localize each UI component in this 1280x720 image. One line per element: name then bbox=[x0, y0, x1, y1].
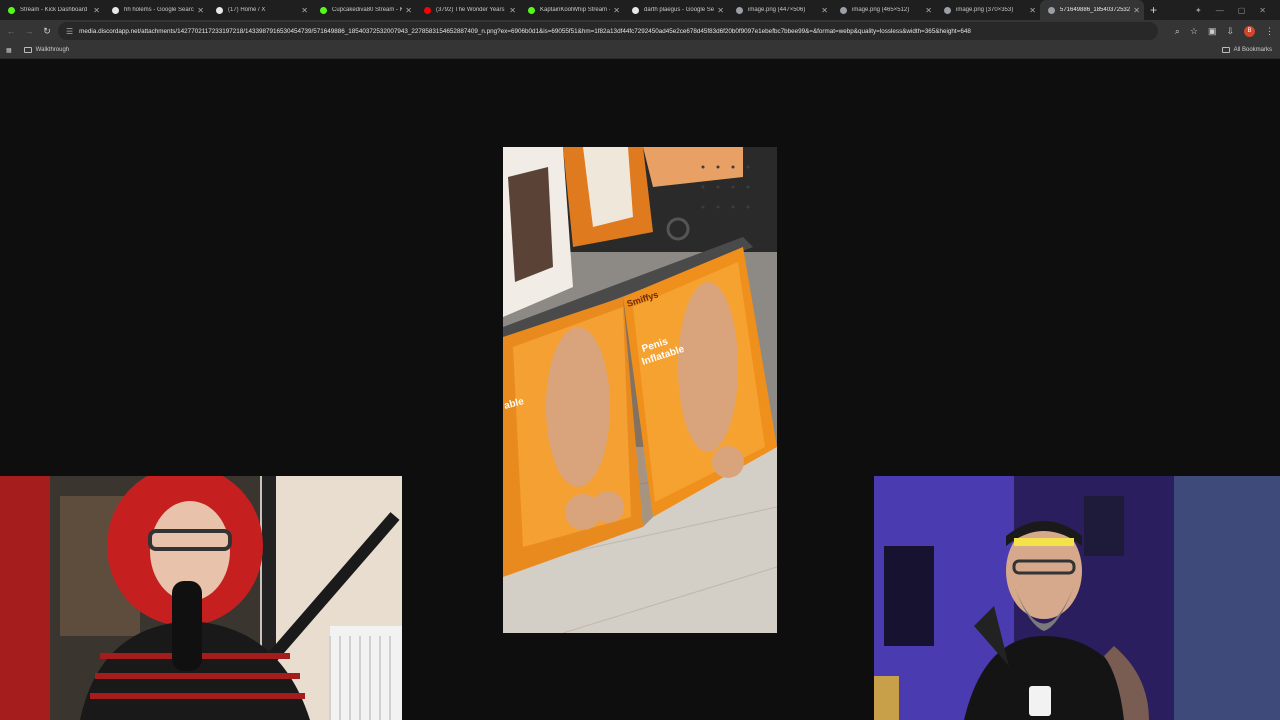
browser-tab[interactable]: Stream - Kick Dashboard ✕ bbox=[0, 0, 104, 20]
displayed-image[interactable]: able Smiffys Penis Inflatable bbox=[503, 147, 777, 633]
reload-icon[interactable]: ↻ bbox=[38, 26, 56, 37]
close-window-icon[interactable]: ✕ bbox=[1259, 6, 1266, 15]
bookmark-walkthrough[interactable]: Walkthrough bbox=[23, 47, 70, 53]
webcam-right bbox=[874, 476, 1280, 720]
tab-title: Stream - Kick Dashboard bbox=[20, 7, 88, 13]
close-tab-icon[interactable]: ✕ bbox=[717, 6, 724, 15]
tab-title: hh holems - Google Search bbox=[124, 7, 195, 13]
profile-avatar[interactable]: B bbox=[1244, 25, 1255, 37]
browser-tab[interactable]: darth plaegus - Google Search✕ bbox=[624, 0, 728, 20]
address-bar[interactable]: ☰ media.discordapp.net/attachments/14277… bbox=[58, 22, 1158, 40]
tab-favicon-icon bbox=[424, 6, 431, 14]
webcam-left-scene bbox=[0, 476, 402, 720]
tab-title: (17) Home / X bbox=[228, 7, 266, 13]
folder-icon bbox=[23, 47, 32, 53]
costume-package-photo: able Smiffys Penis Inflatable bbox=[503, 147, 777, 633]
forward-icon[interactable]: → bbox=[20, 26, 38, 36]
tab-favicon-icon bbox=[216, 6, 223, 14]
tab-favicon-icon bbox=[944, 6, 951, 14]
close-tab-icon[interactable]: ✕ bbox=[1029, 6, 1036, 15]
bookmark-star-icon[interactable]: ☆ bbox=[1190, 26, 1198, 37]
side-panel-icon[interactable]: ▣ bbox=[1208, 26, 1217, 37]
minimize-icon[interactable]: — bbox=[1216, 6, 1224, 15]
tab-favicon-icon bbox=[840, 6, 847, 14]
maximize-icon[interactable]: ▢ bbox=[1238, 6, 1246, 15]
tab-favicon-icon bbox=[1048, 6, 1055, 14]
close-tab-icon[interactable]: ✕ bbox=[509, 6, 516, 15]
bookmarks-bar: ▦ Walkthrough All Bookmarks bbox=[0, 42, 1280, 59]
tab-title: darth plaegus - Google Search bbox=[644, 7, 715, 13]
browser-tab[interactable]: (3792) The Wonder Years ✕ bbox=[416, 0, 520, 20]
browser-tab[interactable]: image.png (370×353) ✕ bbox=[936, 0, 1040, 20]
url-text[interactable]: media.discordapp.net/attachments/1427702… bbox=[79, 28, 971, 35]
tab-favicon-icon bbox=[112, 6, 119, 14]
webcam-right-scene bbox=[874, 476, 1280, 720]
browser-tab[interactable]: (17) Home / X ✕ bbox=[208, 0, 312, 20]
close-tab-icon[interactable]: ✕ bbox=[613, 6, 620, 15]
folder-icon bbox=[1221, 47, 1230, 53]
browser-tab[interactable]: Cupcakediva80 Stream - Kick✕ bbox=[312, 0, 416, 20]
tab-title: 571649886_18540372532 bbox=[1060, 7, 1131, 13]
bookmark-label: Walkthrough bbox=[35, 47, 70, 53]
tab-title: image.png (465×512) bbox=[852, 7, 910, 13]
toolbar-actions: ⌕ ☆ ▣ ⇩ B ⋮ bbox=[1175, 20, 1274, 42]
close-tab-icon[interactable]: ✕ bbox=[93, 6, 100, 15]
new-tab-button[interactable]: + bbox=[1150, 3, 1157, 17]
back-icon[interactable]: ← bbox=[2, 26, 20, 36]
tab-favicon-icon bbox=[8, 6, 15, 14]
menu-icon[interactable]: ⋮ bbox=[1265, 26, 1274, 37]
browser-tab[interactable]: 571649886_18540372532 ✕ bbox=[1040, 0, 1144, 20]
close-tab-icon[interactable]: ✕ bbox=[821, 6, 828, 15]
downloads-icon[interactable]: ⇩ bbox=[1226, 26, 1234, 37]
apps-grid-icon[interactable]: ▦ bbox=[6, 47, 12, 54]
tab-search-icon[interactable]: ✦ bbox=[1195, 6, 1202, 15]
all-bookmarks-button[interactable]: All Bookmarks bbox=[1221, 47, 1272, 53]
close-tab-icon[interactable]: ✕ bbox=[197, 6, 204, 15]
tab-favicon-icon bbox=[528, 6, 535, 14]
browser-tab[interactable]: hh holems - Google Search ✕ bbox=[104, 0, 208, 20]
all-bookmarks-label: All Bookmarks bbox=[1233, 47, 1272, 53]
browser-tab[interactable]: KaptainKoolWhip Stream - Kick✕ bbox=[520, 0, 624, 20]
browser-toolbar: ← → ↻ ☰ media.discordapp.net/attachments… bbox=[0, 20, 1280, 42]
tab-strip: Stream - Kick Dashboard ✕ hh holems - Goog… bbox=[0, 0, 1280, 20]
tab-favicon-icon bbox=[632, 6, 639, 14]
tab-title: Cupcakediva80 Stream - Kick bbox=[332, 7, 403, 13]
close-tab-icon[interactable]: ✕ bbox=[301, 6, 308, 15]
close-tab-icon[interactable]: ✕ bbox=[1133, 6, 1140, 15]
close-tab-icon[interactable]: ✕ bbox=[405, 6, 412, 15]
tab-title: image.png (370×353) bbox=[956, 7, 1014, 13]
browser-tab[interactable]: image.png (465×512) ✕ bbox=[832, 0, 936, 20]
tab-list: Stream - Kick Dashboard ✕ hh holems - Goog… bbox=[0, 0, 1144, 20]
tab-title: (3792) The Wonder Years bbox=[436, 7, 505, 13]
tab-title: KaptainKoolWhip Stream - Kick bbox=[540, 7, 610, 13]
tab-favicon-icon bbox=[736, 6, 743, 14]
close-tab-icon[interactable]: ✕ bbox=[925, 6, 932, 15]
tab-title: image.png (447×506) bbox=[748, 7, 806, 13]
browser-tab[interactable]: image.png (447×506) ✕ bbox=[728, 0, 832, 20]
zoom-icon[interactable]: ⌕ bbox=[1175, 26, 1180, 37]
tab-favicon-icon bbox=[320, 6, 327, 14]
site-info-icon[interactable]: ☰ bbox=[66, 27, 73, 36]
window-controls: ✦ — ▢ ✕ bbox=[1195, 0, 1280, 20]
webcam-left bbox=[0, 476, 402, 720]
